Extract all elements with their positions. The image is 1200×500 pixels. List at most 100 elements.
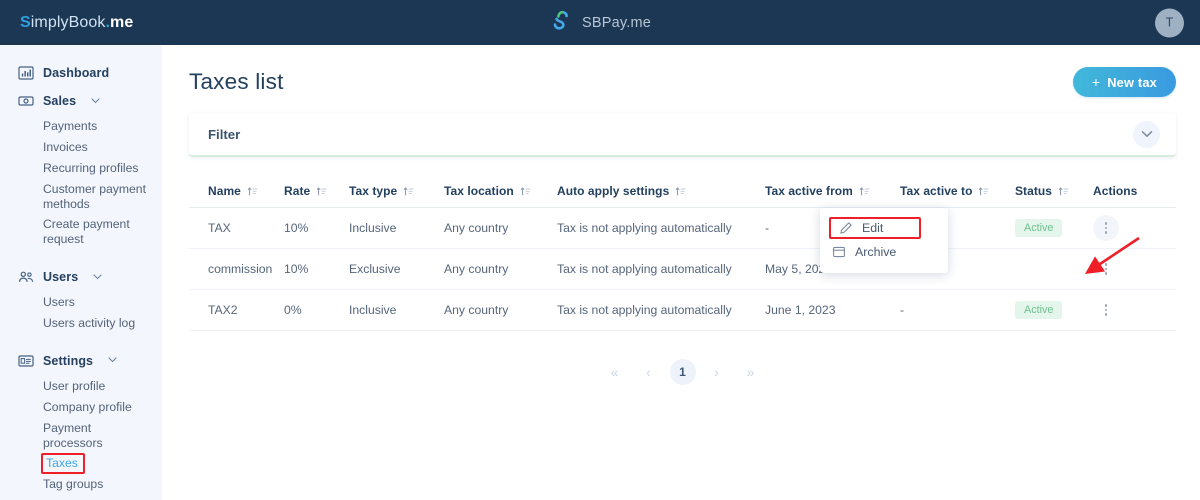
column-header-name-label: Name <box>208 184 241 198</box>
logo-simplybook-text: implyBook <box>30 13 106 31</box>
filter-panel[interactable]: Filter <box>189 113 1176 157</box>
column-header-status[interactable]: Status <box>1015 184 1087 198</box>
pagination-next-button[interactable]: › <box>704 359 730 385</box>
cell-tax-location: Any country <box>444 262 509 276</box>
cell-tax-location: Any country <box>444 303 509 317</box>
new-tax-button-label: New tax <box>1107 74 1157 90</box>
row-actions-menu-button[interactable] <box>1093 297 1119 323</box>
sort-icon-tax-type[interactable] <box>403 186 414 197</box>
id-card-icon <box>18 353 34 369</box>
chevron-down-icon[interactable] <box>1133 120 1160 148</box>
column-header-tax-location[interactable]: Tax location <box>444 184 557 198</box>
cell-name: TAX <box>208 221 231 235</box>
sort-icon-status[interactable] <box>1058 186 1069 197</box>
sidebar-sublist-users: Users Users activity log <box>0 291 162 336</box>
sort-icon-tax-location[interactable] <box>520 186 531 197</box>
column-header-rate[interactable]: Rate <box>284 184 349 198</box>
new-tax-button[interactable]: + New tax <box>1072 67 1176 97</box>
avatar[interactable]: T <box>1155 8 1184 37</box>
dropdown-item-archive-label: Archive <box>855 245 897 259</box>
row-actions-dropdown: Edit Archive <box>820 208 948 273</box>
simplybook-logo[interactable]: SimplyBook.me <box>20 14 133 32</box>
sidebar-group-settings: Settings User profile Company profile Pa… <box>0 347 162 497</box>
sidebar-sublist-sales: Payments Invoices Recurring profiles Cus… <box>0 115 162 252</box>
filter-label: Filter <box>208 126 241 142</box>
sidebar-group-users: Users Users Users activity log <box>0 263 162 336</box>
chevron-down-icon-users <box>93 273 102 282</box>
sort-icon-auto-apply[interactable] <box>675 186 686 197</box>
cell-auto-apply: Tax is not applying automatically <box>557 262 732 276</box>
sort-icon-active-from[interactable] <box>859 186 870 197</box>
chevron-down-icon-settings <box>108 356 117 365</box>
cell-actions <box>1087 215 1176 241</box>
column-header-actions-label: Actions <box>1093 184 1138 198</box>
cell-tax-type: Inclusive <box>349 221 397 235</box>
sidebar-item-dashboard[interactable]: Dashboard <box>0 59 162 87</box>
pagination-page-1[interactable]: 1 <box>669 359 696 385</box>
sort-icon-name[interactable] <box>247 186 258 197</box>
sidebar-item-settings[interactable]: Settings <box>0 347 162 375</box>
cell-rate: 10% <box>284 221 309 235</box>
body-region: Dashboard Sales Payments Invoices Recurr… <box>0 45 1200 500</box>
column-header-active-from-label: Tax active from <box>765 184 853 198</box>
sidebar-item-invoices[interactable]: Invoices <box>0 137 162 158</box>
status-badge: Active <box>1015 301 1063 319</box>
column-header-tax-type-label: Tax type <box>349 184 398 198</box>
sidebar-item-recurring-profiles[interactable]: Recurring profiles <box>0 158 162 179</box>
sidebar-item-customer-payment-methods[interactable]: Customer payment methods <box>0 179 162 215</box>
cell-actions <box>1087 256 1176 282</box>
sidebar-label-dashboard: Dashboard <box>43 66 110 80</box>
pagination-prev-button[interactable]: ‹ <box>636 359 662 385</box>
sidebar-item-user-profile[interactable]: User profile <box>0 376 162 397</box>
users-icon <box>18 269 34 285</box>
sbpay-brand-text: SBPay.me <box>581 14 652 31</box>
column-header-rate-label: Rate <box>284 184 311 198</box>
table-row[interactable]: TAX2 0% Inclusive Any country Tax is not… <box>189 290 1176 331</box>
cell-name: commission <box>208 262 273 276</box>
table-row[interactable]: TAX 10% Inclusive Any country Tax is not… <box>189 208 1176 249</box>
main-content: Taxes list + New tax Filter Name Rate Ta… <box>162 45 1200 500</box>
cell-tax-location: Any country <box>444 221 509 235</box>
dropdown-item-edit[interactable]: Edit <box>829 217 921 239</box>
sidebar-item-users-group[interactable]: Users <box>0 263 162 291</box>
sidebar-item-create-payment-request[interactable]: Create payment request <box>0 214 162 250</box>
cell-status: Active <box>1015 219 1087 237</box>
sidebar-item-payment-processors[interactable]: Payment processors <box>0 418 162 454</box>
row-actions-menu-button[interactable] <box>1093 256 1119 282</box>
sidebar-item-taxes[interactable]: Taxes <box>41 453 85 475</box>
sbpay-logo-icon <box>549 8 573 37</box>
column-header-tax-location-label: Tax location <box>444 184 514 198</box>
status-badge: Active <box>1015 219 1063 237</box>
sort-icon-active-to[interactable] <box>978 186 989 197</box>
column-header-tax-active-from[interactable]: Tax active from <box>765 184 900 198</box>
table-row[interactable]: commission 10% Exclusive Any country Tax… <box>189 249 1176 290</box>
column-header-tax-type[interactable]: Tax type <box>349 184 444 198</box>
column-header-active-to-label: Tax active to <box>900 184 973 198</box>
plus-icon: + <box>1091 74 1101 90</box>
column-header-tax-active-to[interactable]: Tax active to <box>900 184 1015 198</box>
pagination-last-button[interactable]: » <box>738 359 764 385</box>
dropdown-item-archive[interactable]: Archive <box>820 241 948 263</box>
cell-tax-type: Exclusive <box>349 262 401 276</box>
sidebar-item-users-activity-log[interactable]: Users activity log <box>0 313 162 334</box>
cell-tax-type: Inclusive <box>349 303 397 317</box>
column-header-name[interactable]: Name <box>189 184 284 198</box>
page-title: Taxes list <box>189 69 284 94</box>
sidebar-item-payments[interactable]: Payments <box>0 116 162 137</box>
sidebar-item-users[interactable]: Users <box>0 292 162 313</box>
logo-me-text: me <box>110 13 134 31</box>
pagination-first-button[interactable]: « <box>602 359 628 385</box>
app-root: SimplyBook.me SBPay.me T Dashboard Sales… <box>0 0 1200 500</box>
page-header: Taxes list + New tax <box>189 45 1176 97</box>
sidebar-item-tag-groups[interactable]: Tag groups <box>0 474 162 495</box>
row-actions-menu-button[interactable] <box>1093 215 1119 241</box>
pagination: « ‹ 1 › » <box>189 359 1176 385</box>
sidebar-item-company-profile[interactable]: Company profile <box>0 397 162 418</box>
sidebar-item-sales[interactable]: Sales <box>0 87 162 115</box>
table-header-row: Name Rate Tax type Tax location Auto app… <box>189 175 1176 208</box>
column-header-auto-apply-settings[interactable]: Auto apply settings <box>557 184 765 198</box>
sort-icon-rate[interactable] <box>316 186 327 197</box>
cell-rate: 10% <box>284 262 309 276</box>
